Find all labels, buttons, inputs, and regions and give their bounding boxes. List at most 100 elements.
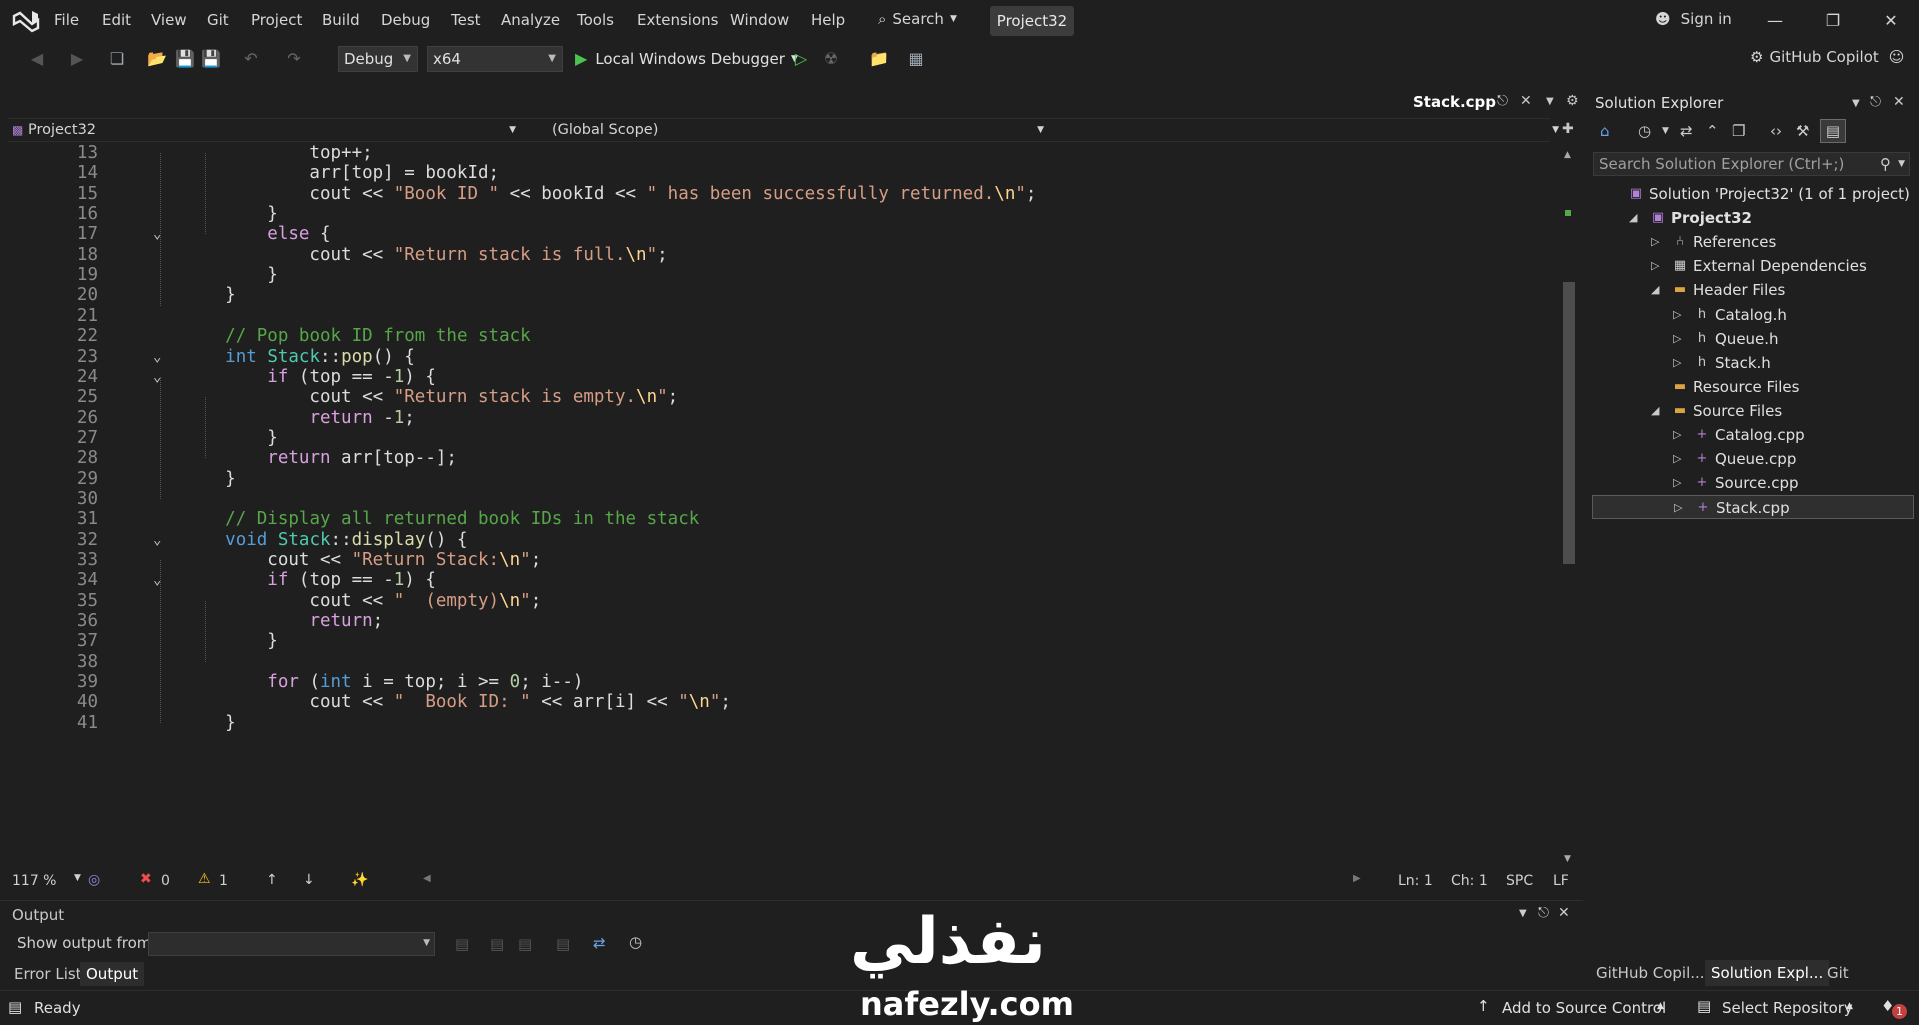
navigate-forward-icon[interactable]: ▶ [66,48,88,70]
member-nav-dropdown[interactable]: ▼ [1053,119,1563,141]
code-line[interactable]: 41 } [8,711,1548,736]
intellicode-icon[interactable]: ◎ [88,872,100,888]
menu-git[interactable]: Git [207,11,229,29]
tab-output[interactable]: Output [80,962,145,986]
undo-icon[interactable]: ↶ [240,48,262,70]
column-number[interactable]: Ch: 1 [1451,873,1488,889]
previous-issue-icon[interactable]: ↑ [266,872,278,888]
source-control-icon[interactable]: ↑ [1477,997,1490,1015]
pending-changes-filter-icon[interactable]: ◷ [1638,122,1651,140]
notification-count-badge[interactable]: 1 [1892,1004,1907,1019]
editor-settings-icon[interactable]: ⚙ [1566,93,1579,109]
scrollbar-thumb[interactable] [1563,282,1575,564]
tree-item[interactable]: ▷ + Catalog.cpp [1592,423,1914,447]
save-all-icon[interactable]: 💾 [200,48,222,70]
new-project-icon[interactable]: ❏ [106,48,128,70]
menu-view[interactable]: View [151,11,187,29]
panel-options-icon[interactable]: ▼ [1519,908,1527,919]
start-without-debugging-icon[interactable]: ▷ [790,48,812,70]
solution-explorer-search-input[interactable]: Search Solution Explorer (Ctrl+;) ⚲ ▼ [1593,152,1910,176]
project-name-badge[interactable]: Project32 [990,6,1074,36]
scope-nav-dropdown[interactable]: (Global Scope) ▼ [552,119,1048,141]
tree-item[interactable]: ▷ ▦ External Dependencies [1592,254,1914,278]
collapsed-chevron-icon[interactable]: ▷ [1651,230,1659,254]
tab-solution-explorer[interactable]: Solution Expl... [1705,960,1830,986]
menu-build[interactable]: Build [322,11,360,29]
chevron-down-icon[interactable]: ▼ [74,873,81,883]
pin-panel-icon[interactable]: ⎋ [1538,905,1549,921]
menu-window[interactable]: Window [730,11,789,29]
restore-button[interactable]: ❐ [1813,8,1853,34]
error-icon[interactable]: ✖ [140,871,152,887]
menu-debug[interactable]: Debug [381,11,430,29]
panel-options-icon[interactable]: ▼ [1852,98,1860,109]
collapse-all-icon[interactable]: ⌃ [1706,122,1719,140]
navigate-back-icon[interactable]: ◀ [26,48,48,70]
close-panel-icon[interactable]: ✕ [1558,905,1570,921]
expanded-chevron-icon[interactable]: ◢ [1651,399,1659,423]
output-source-dropdown[interactable]: ▼ [148,932,435,956]
tab-github-copilot[interactable]: GitHub Copil... [1590,960,1711,986]
split-editor-icon[interactable]: ✚ [1562,121,1574,137]
tree-item[interactable]: ▷ h Queue.h [1592,327,1914,351]
previous-message-icon[interactable]: ▤ [490,935,504,953]
collapsed-chevron-icon[interactable]: ▷ [1673,303,1681,327]
find-message-icon[interactable]: ▤ [455,935,469,953]
close-panel-icon[interactable]: ✕ [1893,94,1905,110]
menu-edit[interactable]: Edit [102,11,131,29]
minimize-button[interactable]: — [1755,8,1795,34]
error-count[interactable]: 0 [161,873,170,889]
chevron-up-icon[interactable]: ▲ [1846,1001,1853,1011]
tree-item[interactable]: ◢ ▬ Source Files [1592,399,1914,423]
save-icon[interactable]: 💾 [174,48,196,70]
expanded-chevron-icon[interactable]: ◢ [1651,278,1659,302]
collapsed-chevron-icon[interactable]: ▷ [1673,447,1681,471]
show-timestamps-icon[interactable]: ◷ [629,933,642,951]
tree-item[interactable]: ▷ ⑃ References [1592,230,1914,254]
menu-file[interactable]: File [54,11,79,29]
menu-help[interactable]: Help [811,11,845,29]
collapsed-chevron-icon[interactable]: ▷ [1673,423,1681,447]
scroll-left-icon[interactable]: ◀ [423,873,431,884]
tree-item[interactable]: ▷ + Stack.cpp [1592,495,1914,520]
hot-reload-icon[interactable]: ☢ [820,48,842,70]
scroll-up-icon[interactable]: ▲ [1564,150,1571,160]
add-to-source-control[interactable]: Add to Source Control [1502,999,1666,1017]
menu-analyze[interactable]: Analyze [501,11,560,29]
tree-item[interactable]: ◢ ▣ Project32 [1592,206,1914,230]
next-message-icon[interactable]: ▤ [518,935,532,953]
show-all-files-icon[interactable]: ❐ [1732,122,1745,140]
tree-item[interactable]: ▷ h Stack.h [1592,351,1914,375]
repository-icon[interactable]: ▤ [1697,997,1711,1015]
tab-list-icon[interactable]: ▼ [1546,96,1554,107]
tree-item[interactable]: ▷ h Catalog.h [1592,303,1914,327]
tree-item[interactable]: ▷ + Source.cpp [1592,471,1914,495]
warning-icon[interactable]: ⚠ [198,871,211,887]
pin-panel-icon[interactable]: ⎋ [1870,94,1881,110]
collapsed-chevron-icon[interactable]: ▷ [1673,327,1681,351]
line-ending[interactable]: LF [1553,873,1569,889]
tab-error-list[interactable]: Error List [8,962,88,986]
scroll-right-icon[interactable]: ▶ [1353,873,1361,884]
toggle-word-wrap-icon[interactable]: ⇄ [593,934,606,952]
collapsed-chevron-icon[interactable]: ▷ [1674,496,1682,520]
chevron-up-icon[interactable]: ▲ [1657,1001,1664,1011]
close-window-button[interactable]: ✕ [1871,8,1911,34]
select-repository[interactable]: Select Repository [1722,999,1853,1017]
redo-icon[interactable]: ↷ [283,48,305,70]
tree-item[interactable]: ◢ ▬ Header Files [1592,278,1914,302]
next-issue-icon[interactable]: ↓ [303,872,315,888]
view-code-icon[interactable]: ‹› [1770,122,1782,140]
tree-item[interactable]: ▬ Resource Files [1592,375,1914,399]
line-number[interactable]: Ln: 1 [1398,873,1433,889]
scroll-down-icon[interactable]: ▼ [1564,854,1571,864]
open-folder-icon[interactable]: 📂 [146,48,168,70]
menu-project[interactable]: Project [251,11,302,29]
collapsed-chevron-icon[interactable]: ▷ [1651,254,1659,278]
visual-studio-logo-icon[interactable] [12,8,40,34]
whitespace-mode[interactable]: SPC [1506,873,1533,889]
clear-all-icon[interactable]: ▤ [556,935,570,953]
tree-item[interactable]: ▷ + Queue.cpp [1592,447,1914,471]
pin-tab-icon[interactable]: ⎋ [1497,93,1508,109]
home-view-icon[interactable]: ⌂ [1600,122,1610,140]
